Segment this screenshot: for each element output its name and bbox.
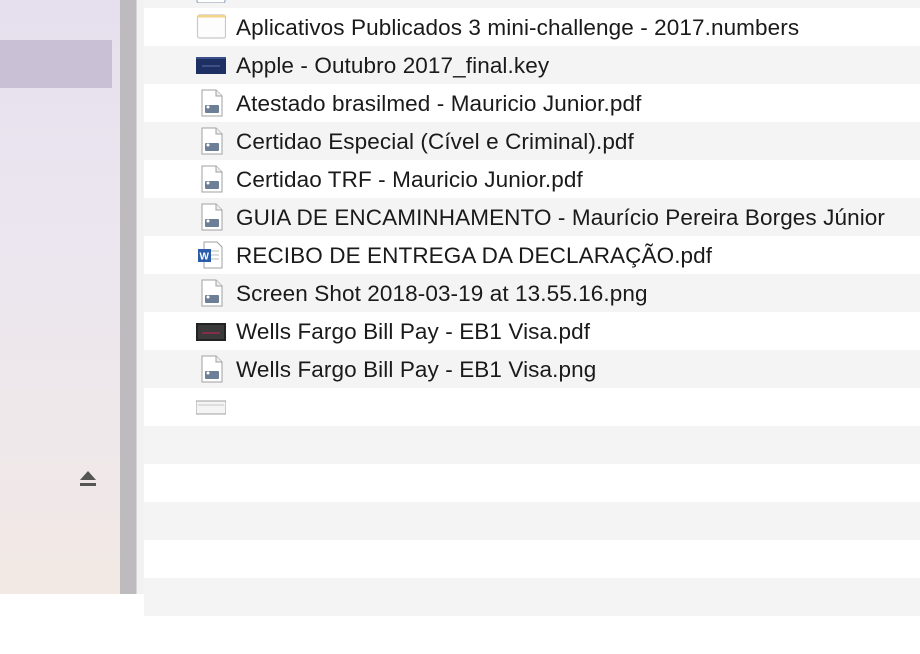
file-name: Certidao Especial (Cível e Criminal).pdf (236, 129, 634, 154)
pdf-icon (201, 127, 223, 155)
file-row[interactable]: GUIA DE ENCAMINHAMENTO - Maurício Pereir… (144, 198, 920, 236)
empty-row (144, 426, 920, 464)
file-row[interactable]: Apple - Outubro 2017_final.key (144, 46, 920, 84)
file-name: Wells Fargo Bill Pay - EB1 Visa.png (236, 357, 597, 382)
svg-text:W: W (200, 252, 210, 263)
file-name: Apple - Outubro 2017_final.key (236, 53, 550, 78)
keynote-icon (196, 57, 226, 74)
empty-row (144, 578, 920, 616)
pdf-icon (201, 165, 223, 193)
empty-row (144, 502, 920, 540)
file-name: Screen Shot 2018-03-19 at 13.55.16.png (236, 281, 648, 306)
column-edge (136, 0, 144, 594)
pdf-icon (201, 279, 223, 307)
word-icon: W (198, 241, 223, 269)
empty-row (144, 540, 920, 578)
empty-row (144, 464, 920, 502)
numbers-icon (196, 14, 226, 39)
empty-row (144, 616, 920, 654)
png-icon (196, 400, 226, 415)
file-name: Wells Fargo Bill Pay - EB1 Visa.pdf (236, 319, 591, 344)
file-row[interactable]: Wells Fargo Bill Pay - EB1 Visa.pdf (144, 312, 920, 350)
file-row[interactable]: Wells Fargo Bill Pay - EB1 Visa.png (144, 350, 920, 388)
pdf-icon (201, 355, 223, 383)
file-name: Certidao TRF - Mauricio Junior.pdf (236, 167, 583, 192)
pdf-icon (201, 203, 223, 231)
file-row[interactable]: W RECIBO DE ENTREGA DA DECLARAÇÃO.pdf (144, 236, 920, 274)
eject-icon[interactable] (79, 469, 97, 489)
file-name: Aplicativos Publicados 3 mini-challenge … (236, 15, 800, 40)
file-list: Aplicativos Publicados 3 mini-challenge … (144, 0, 920, 654)
sidebar-selected-item[interactable] (0, 40, 112, 88)
file-row[interactable]: Aplicativos Publicados 3 mini-challenge … (144, 8, 920, 46)
file-name: RECIBO DE ENTREGA DA DECLARAÇÃO.pdf (236, 243, 713, 268)
finder-sidebar (0, 0, 120, 594)
numbers-icon (196, 0, 226, 3)
file-row[interactable] (144, 388, 920, 426)
sidebar-divider[interactable] (120, 0, 136, 594)
file-name: GUIA DE ENCAMINHAMENTO - Maurício Pereir… (236, 205, 886, 230)
file-row[interactable]: Certidao Especial (Cível e Criminal).pdf (144, 122, 920, 160)
file-row[interactable]: Certidao TRF - Mauricio Junior.pdf (144, 160, 920, 198)
file-row[interactable]: Atestado brasilmed - Mauricio Junior.pdf (144, 84, 920, 122)
file-row[interactable]: Screen Shot 2018-03-19 at 13.55.16.png (144, 274, 920, 312)
file-row[interactable] (144, 0, 920, 8)
screenshot-icon (196, 323, 226, 341)
pdf-icon (201, 89, 223, 117)
file-name: Atestado brasilmed - Mauricio Junior.pdf (236, 91, 642, 116)
